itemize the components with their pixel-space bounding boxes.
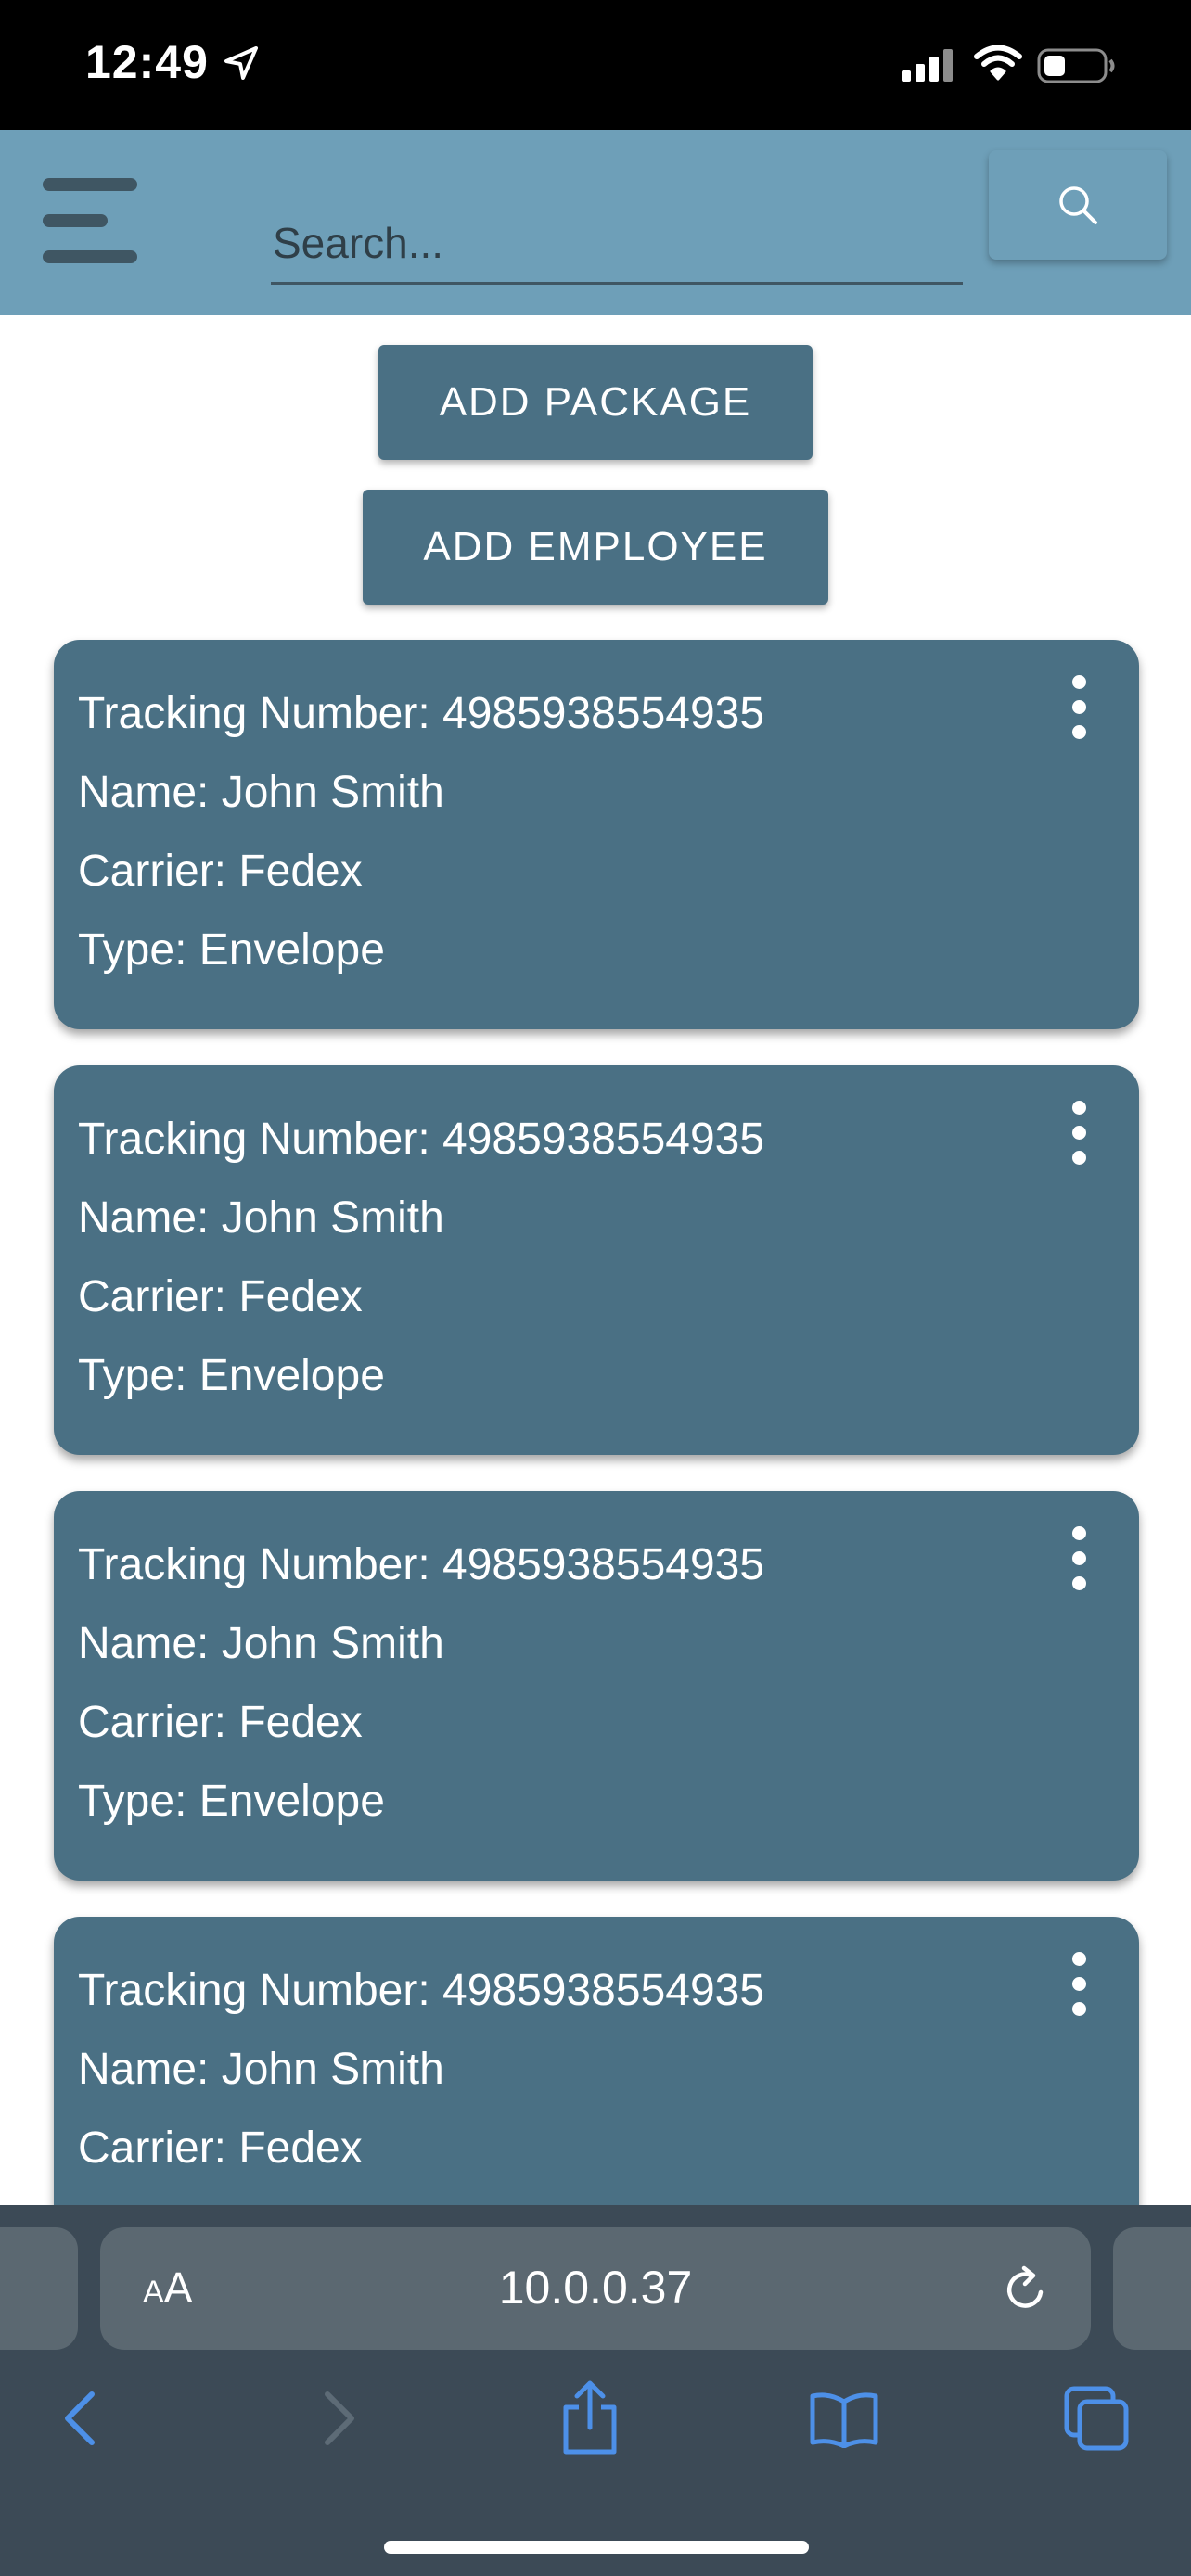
battery-icon	[1037, 48, 1115, 83]
home-indicator	[384, 2541, 809, 2554]
package-type: Type: Envelope	[78, 1351, 385, 1400]
tabs-icon[interactable]	[1063, 2385, 1130, 2452]
next-tab-preview[interactable]	[1113, 2227, 1191, 2350]
more-options-icon[interactable]	[1061, 675, 1098, 740]
back-icon[interactable]	[61, 2391, 98, 2446]
search-input[interactable]	[271, 204, 963, 285]
status-time: 12:49	[85, 36, 209, 88]
add-employee-button[interactable]: ADD EMPLOYEE	[363, 490, 828, 605]
more-options-icon[interactable]	[1061, 1526, 1098, 1591]
more-options-icon[interactable]	[1061, 1101, 1098, 1166]
recipient-name: Name: John Smith	[78, 1619, 444, 1668]
carrier: Carrier: Fedex	[78, 2123, 363, 2173]
tracking-number: Tracking Number: 4985938554935	[78, 1966, 765, 2015]
tracking-number: Tracking Number: 4985938554935	[78, 1540, 765, 1589]
recipient-name: Name: John Smith	[78, 1193, 444, 1243]
previous-tab-preview[interactable]	[0, 2227, 78, 2350]
cellular-signal-icon	[902, 49, 953, 82]
carrier: Carrier: Fedex	[78, 1698, 363, 1747]
reload-icon[interactable]	[998, 2261, 1054, 2316]
package-card[interactable]: Tracking Number: 4985938554935 Name: Joh…	[54, 1491, 1139, 1881]
package-type: Type: Envelope	[78, 1777, 385, 1826]
package-card[interactable]: Tracking Number: 4985938554935 Name: Joh…	[54, 1065, 1139, 1455]
location-arrow-icon	[224, 46, 258, 80]
bookmarks-icon[interactable]	[809, 2391, 879, 2448]
carrier: Carrier: Fedex	[78, 1272, 363, 1321]
wifi-icon	[974, 45, 1022, 81]
hamburger-menu-icon[interactable]	[43, 178, 141, 263]
status-bar: 12:49	[0, 0, 1191, 130]
add-package-button[interactable]: ADD PACKAGE	[378, 345, 813, 460]
package-card[interactable]: Tracking Number: 4985938554935 Name: Joh…	[54, 640, 1139, 1029]
url-text: 10.0.0.37	[498, 2262, 693, 2314]
address-bar[interactable]: AA 10.0.0.37	[100, 2227, 1091, 2350]
recipient-name: Name: John Smith	[78, 768, 444, 817]
package-type: Type: Envelope	[78, 925, 385, 975]
tracking-number: Tracking Number: 4985938554935	[78, 689, 765, 738]
carrier: Carrier: Fedex	[78, 847, 363, 896]
search-icon	[1059, 186, 1097, 224]
more-options-icon[interactable]	[1061, 1952, 1098, 2017]
tracking-number: Tracking Number: 4985938554935	[78, 1115, 765, 1164]
share-icon[interactable]	[560, 2379, 620, 2455]
recipient-name: Name: John Smith	[78, 2045, 444, 2094]
search-button[interactable]	[989, 150, 1167, 260]
forward-icon[interactable]	[321, 2391, 358, 2446]
